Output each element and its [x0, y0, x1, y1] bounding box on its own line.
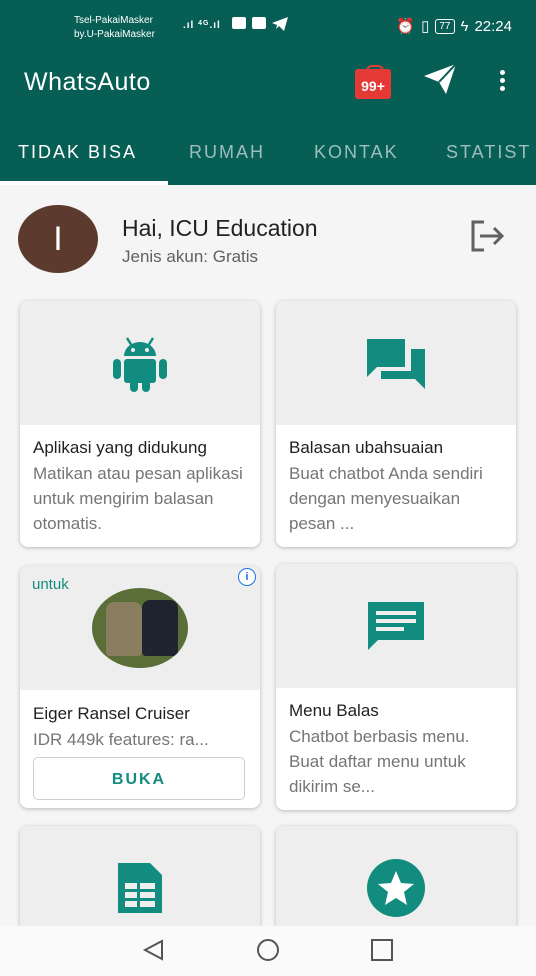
tab-rumah[interactable]: RUMAH: [189, 142, 265, 163]
ad-product-image[interactable]: [92, 588, 188, 668]
card-image: [276, 301, 516, 425]
card-supported-apps[interactable]: Aplikasi yang didukung Matikan atau pesa…: [20, 301, 260, 547]
card-custom-reply[interactable]: Balasan ubahsuaian Buat chatbot Anda sen…: [276, 301, 516, 547]
carrier-line-1: Tsel-PakaiMasker: [74, 15, 153, 26]
tab-tidak-bisa[interactable]: TIDAK BISA: [18, 142, 137, 163]
ad-open-button[interactable]: BUKA: [33, 757, 245, 800]
carrier-line-2: by.U-PakaiMasker: [74, 29, 155, 40]
spreadsheet-icon: [118, 863, 162, 913]
card-description: Matikan atau pesan aplikasi untuk mengir…: [33, 464, 243, 533]
home-icon[interactable]: [256, 938, 280, 962]
more-options-icon[interactable]: [492, 67, 512, 97]
account-type: Jenis akun: Gratis: [122, 247, 259, 266]
status-bar: Tsel-PakaiMasker by.U-PakaiMasker .ıl 4G…: [0, 0, 536, 45]
logout-icon[interactable]: [468, 219, 506, 258]
tab-statistik[interactable]: STATIST: [446, 142, 531, 163]
tab-kontak[interactable]: KONTAK: [314, 142, 399, 163]
recents-icon[interactable]: [370, 938, 394, 962]
charging-icon: ϟ: [460, 17, 469, 35]
ad-card[interactable]: untuk i Eiger Ransel Cruiser IDR 449k fe…: [20, 566, 260, 808]
alarm-icon: ⏰: [396, 18, 416, 35]
carrier-info: Tsel-PakaiMasker by.U-PakaiMasker: [74, 14, 155, 42]
card-title: Menu Balas: [289, 701, 379, 720]
card-title: Aplikasi yang didukung: [33, 438, 207, 457]
send-icon[interactable]: [424, 63, 457, 99]
card-image: [20, 301, 260, 425]
network-type: 4G: [198, 20, 210, 27]
telegram-icon: [272, 17, 288, 36]
backpack-image: [142, 600, 178, 656]
android-icon: [113, 337, 167, 392]
chat-bubbles-icon: [367, 339, 425, 389]
ad-info-icon[interactable]: i: [238, 568, 256, 586]
signal-icon: .ıl 4G.ıl: [183, 20, 221, 31]
card-menu-reply[interactable]: Menu Balas Chatbot berbasis menu. Buat d…: [276, 564, 516, 810]
back-icon[interactable]: [142, 938, 166, 962]
system-nav-bar: [0, 926, 536, 976]
system-status: ⏰ ▯ 77 ϟ 22:24: [396, 17, 512, 36]
menu-message-icon: [368, 602, 424, 650]
app-bar: WhatsAuto 99+: [0, 45, 536, 118]
vibrate-icon: ▯: [421, 18, 430, 35]
user-greeting: Hai, ICU Education: [122, 215, 318, 241]
ad-title[interactable]: Eiger Ransel Cruiser: [33, 704, 190, 724]
ad-image-area: untuk i: [20, 566, 260, 690]
mail-icon: [252, 17, 266, 29]
card-description: Chatbot berbasis menu. Buat daftar menu …: [289, 727, 470, 796]
clock: 22:24: [474, 17, 512, 35]
card-description: Buat chatbot Anda sendiri dengan menyesu…: [289, 464, 483, 533]
card-image: [276, 564, 516, 688]
ad-label: untuk: [32, 576, 69, 593]
ad-description: IDR 449k features: ra...: [33, 730, 209, 749]
notification-icons: [232, 17, 288, 36]
notification-app-icon: [232, 17, 246, 29]
backpack-image: [106, 602, 142, 656]
notification-badge-button[interactable]: 99+: [355, 65, 391, 99]
app-title: WhatsAuto: [24, 68, 151, 96]
battery-indicator: 77: [435, 18, 455, 34]
card-title: Balasan ubahsuaian: [289, 438, 444, 457]
star-icon: [367, 859, 425, 917]
tab-bar: TIDAK BISA RUMAH KONTAK STATIST: [0, 118, 536, 185]
user-header: I Hai, ICU Education Jenis akun: Gratis: [0, 185, 536, 295]
avatar[interactable]: I: [18, 205, 98, 273]
